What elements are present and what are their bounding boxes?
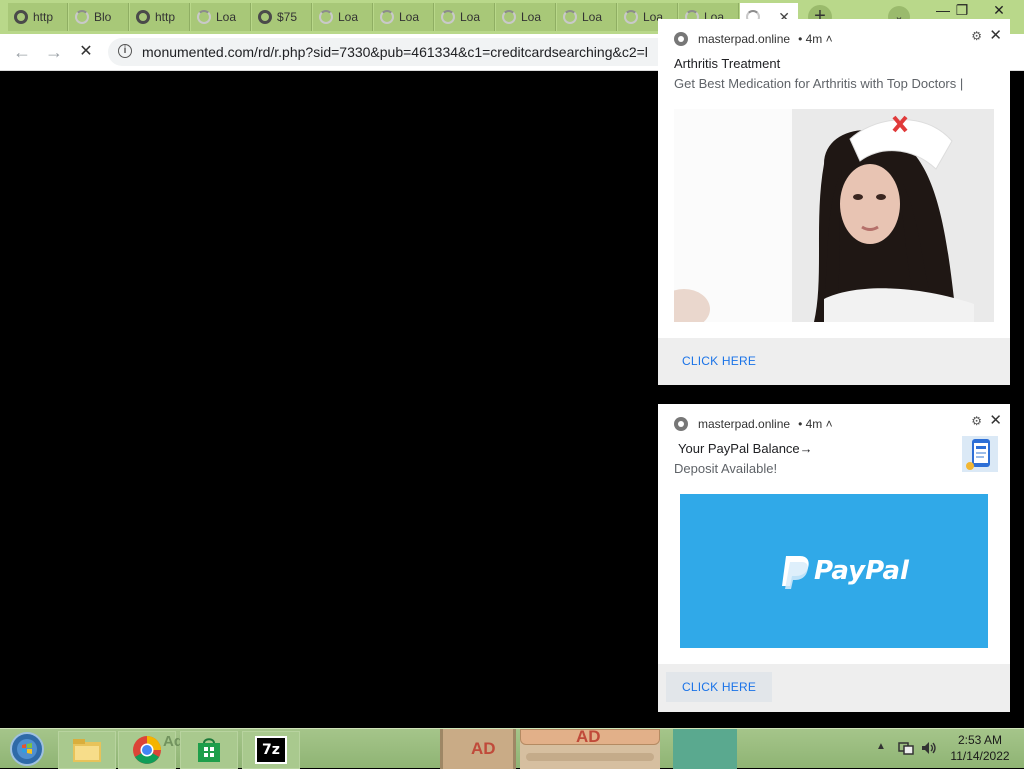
- notification-body: Deposit Available!: [674, 461, 778, 476]
- gear-icon[interactable]: ⚙: [971, 414, 982, 428]
- notification-title: Arthritis Treatment: [674, 56, 781, 71]
- network-icon[interactable]: [898, 740, 914, 761]
- 7zip-icon: 7z: [255, 736, 287, 764]
- notification-header: masterpad.online • 4m ˄: [674, 416, 833, 432]
- show-hidden-icons[interactable]: ▲: [876, 741, 886, 752]
- ad-overlay[interactable]: AD: [520, 727, 660, 769]
- tab-6[interactable]: Loa: [313, 3, 373, 31]
- globe-icon: [258, 10, 272, 24]
- tab-title: http: [33, 10, 54, 24]
- click-here-button[interactable]: CLICK HERE: [666, 346, 772, 376]
- notification-body: Get Best Medication for Arthritis with T…: [674, 76, 964, 91]
- tab-title: Loa: [338, 10, 359, 24]
- tab-1[interactable]: http: [8, 3, 68, 31]
- loading-spinner-icon: [75, 10, 89, 24]
- tab-title: Loa: [399, 10, 420, 24]
- notification-source: masterpad.online: [698, 32, 791, 46]
- clock-date: 11/14/2022: [950, 749, 1010, 763]
- loading-spinner-icon: [197, 10, 211, 24]
- globe-icon: [136, 10, 150, 24]
- chrome-app-icon: [133, 736, 161, 764]
- tab-title: Loa: [460, 10, 481, 24]
- ad-label: AD: [471, 739, 496, 758]
- notification-image: [674, 109, 994, 322]
- taskbar-explorer[interactable]: [58, 731, 116, 769]
- paypal-banner: PayPal: [680, 494, 988, 648]
- tab-title: http: [155, 10, 176, 24]
- nurse-photo: [674, 109, 994, 322]
- close-icon[interactable]: ✕: [989, 411, 1002, 429]
- notification-source: masterpad.online: [698, 417, 791, 431]
- loading-spinner-icon: [380, 10, 394, 24]
- notification-age: • 4m ˄: [798, 417, 833, 431]
- notification-age: • 4m ˄: [798, 32, 833, 46]
- tab-5[interactable]: $75: [252, 3, 312, 31]
- taskbar-store[interactable]: [180, 731, 238, 769]
- tab-10[interactable]: Loa: [557, 3, 617, 31]
- chrome-icon: [674, 417, 688, 431]
- tab-title: Blo: [94, 10, 112, 24]
- loading-spinner-icon: [624, 10, 638, 24]
- tab-title: Loa: [216, 10, 237, 24]
- tab-title: Loa: [582, 10, 603, 24]
- start-button[interactable]: [6, 731, 48, 767]
- ad-overlay[interactable]: AD: [440, 729, 516, 769]
- loading-spinner-icon: [563, 10, 577, 24]
- tab-title: Loa: [521, 10, 542, 24]
- info-icon[interactable]: i: [118, 44, 132, 58]
- notification-footer: CLICK HERE: [658, 338, 1010, 385]
- windows-start-icon: [10, 732, 44, 766]
- taskbar: AdChoice 7z AD AD ▲ 2:53 AM 11/14/2022: [0, 727, 1024, 769]
- clock[interactable]: 2:53 AM 11/14/2022: [944, 733, 1016, 763]
- tab-title: $75: [277, 10, 298, 24]
- phone-app-icon: [962, 436, 998, 472]
- volume-icon[interactable]: [920, 740, 938, 761]
- globe-icon: [14, 10, 28, 24]
- taskbar-chrome[interactable]: AdChoice: [118, 731, 233, 769]
- taskbar-7zip[interactable]: 7z: [242, 731, 300, 769]
- store-bag-icon: [198, 738, 220, 762]
- loading-spinner-icon: [441, 10, 455, 24]
- tab-9[interactable]: Loa: [496, 3, 556, 31]
- tab-4[interactable]: Loa: [191, 3, 251, 31]
- clock-time: 2:53 AM: [957, 733, 1003, 747]
- ad-label: AD: [576, 727, 601, 746]
- tab-2[interactable]: Blo: [69, 3, 129, 31]
- notification-arthritis[interactable]: masterpad.online • 4m ˄ ⚙ ✕ Arthritis Tr…: [658, 19, 1010, 385]
- click-here-button[interactable]: CLICK HERE: [666, 672, 773, 702]
- taskbar-active-app[interactable]: [673, 729, 737, 769]
- loading-spinner-icon: [319, 10, 333, 24]
- notification-header: masterpad.online • 4m ˄: [674, 31, 833, 47]
- stop-loading-button[interactable]: ✕: [74, 41, 98, 63]
- tab-7[interactable]: Loa: [374, 3, 434, 31]
- back-button[interactable]: ←: [10, 41, 34, 63]
- notification-title: Your PayPal Balance→: [678, 441, 813, 456]
- url-text[interactable]: monumented.com/rd/r.php?sid=7330&pub=461…: [142, 44, 648, 60]
- close-icon[interactable]: ✕: [989, 26, 1002, 44]
- address-bar[interactable]: i monumented.com/rd/r.php?sid=7330&pub=4…: [108, 38, 708, 66]
- tab-3[interactable]: http: [130, 3, 190, 31]
- chrome-icon: [674, 32, 688, 46]
- notification-footer: CLICK HERE: [658, 664, 1010, 712]
- notification-paypal[interactable]: masterpad.online • 4m ˄ ⚙ ✕ Your PayPal …: [658, 404, 1010, 712]
- paypal-logo-icon: [782, 556, 809, 589]
- paypal-brand-text: PayPal: [814, 556, 909, 586]
- tab-8[interactable]: Loa: [435, 3, 495, 31]
- loading-spinner-icon: [502, 10, 516, 24]
- folder-icon: [73, 739, 101, 762]
- gear-icon[interactable]: ⚙: [971, 29, 982, 43]
- forward-button[interactable]: →: [42, 41, 66, 63]
